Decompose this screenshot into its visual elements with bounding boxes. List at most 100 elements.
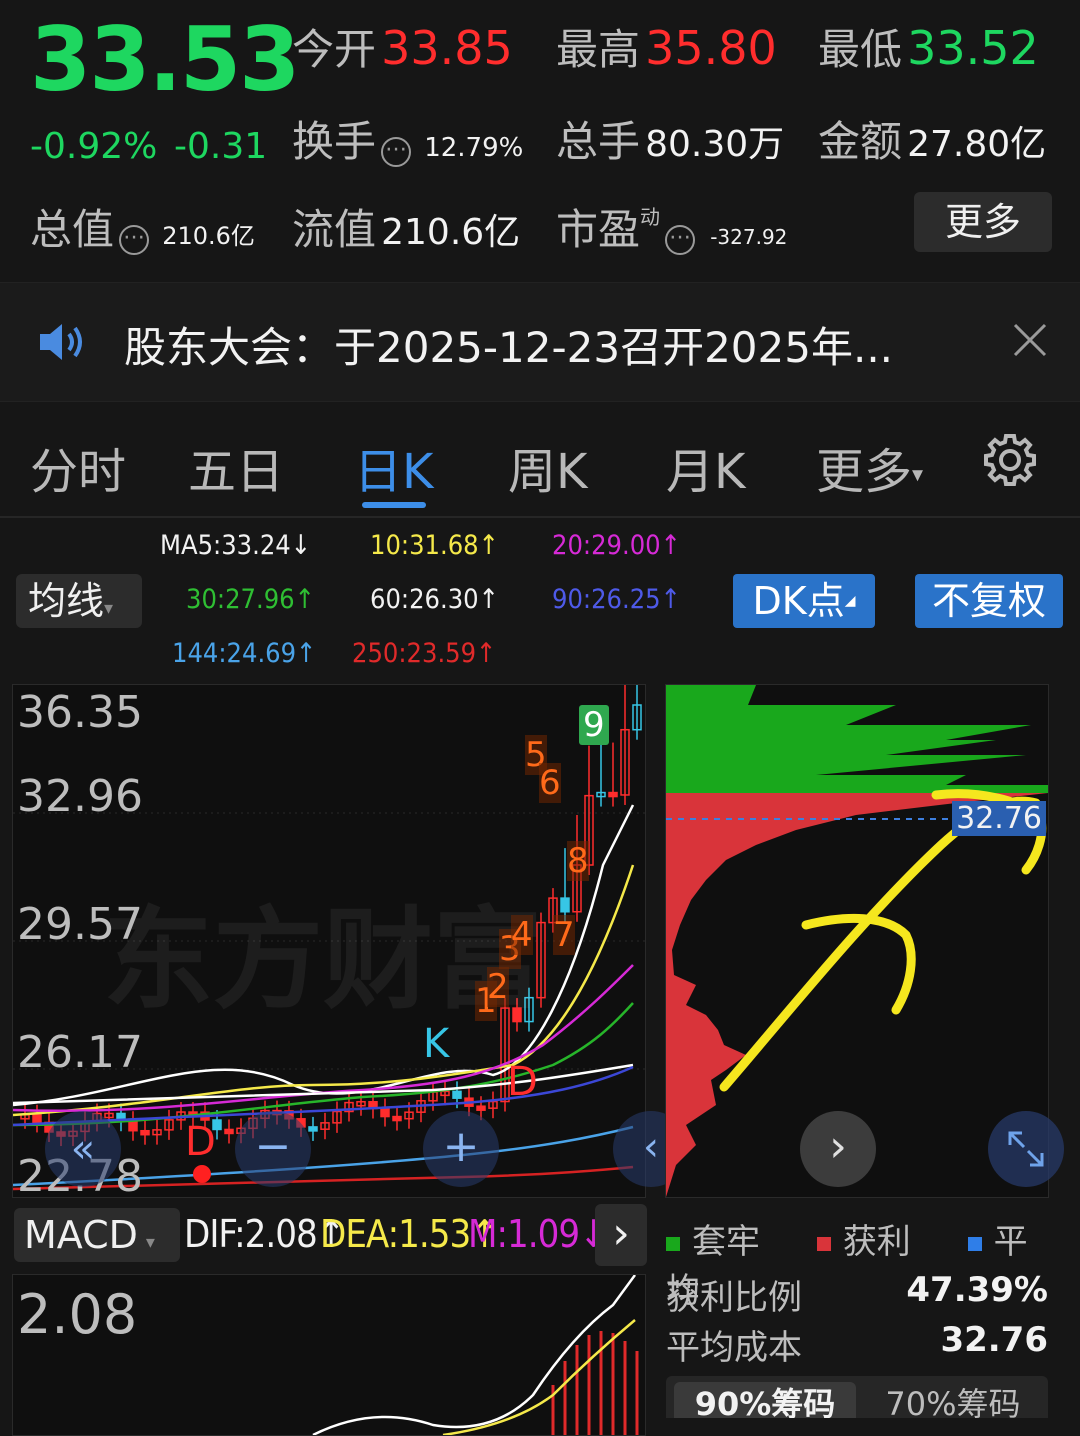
ma90-value: 90:26.25↑ bbox=[552, 584, 681, 615]
dropdown-caret-icon: ▾ bbox=[104, 598, 114, 619]
more-dots-icon[interactable]: ⋯ bbox=[665, 224, 696, 255]
candle-body bbox=[476, 1105, 486, 1111]
more-dots-icon[interactable]: ⋯ bbox=[381, 136, 412, 167]
volume-label: 总手 bbox=[556, 117, 641, 166]
signal-label: 2 bbox=[487, 967, 509, 1007]
signal-label: 6 bbox=[539, 763, 561, 803]
macd-chart[interactable]: 2.08 bbox=[12, 1274, 646, 1436]
dropdown-caret-icon: ▾ bbox=[912, 462, 924, 488]
y-tick-label: 36.35 bbox=[17, 687, 143, 738]
candle-body bbox=[560, 897, 570, 913]
avg-cost-value: 32.76 bbox=[940, 1320, 1048, 1360]
mktcap-label: 总值 bbox=[30, 205, 115, 254]
open-label: 今开 bbox=[292, 25, 377, 74]
scroll-left-button[interactable]: « bbox=[45, 1111, 121, 1187]
dk-point-label: DK点 bbox=[752, 579, 845, 623]
float-value: 210.6亿 bbox=[381, 212, 521, 253]
high-field: 最高 35.80 bbox=[556, 16, 777, 77]
y-tick-label: 26.17 bbox=[17, 1027, 143, 1078]
tab-chip-70[interactable]: 70%筹码 bbox=[862, 1382, 1044, 1418]
tab-more-label: 更多 bbox=[816, 444, 913, 500]
tab-weekly-k[interactable]: 周K bbox=[508, 432, 587, 502]
macd-selector[interactable]: MACD ▾ bbox=[14, 1208, 180, 1262]
ma20-value: 20:29.00↑ bbox=[552, 530, 681, 561]
profit-ratio-label: 获利比例 bbox=[666, 1278, 802, 1318]
turnover-field[interactable]: 换手 ⋯ 12.79% bbox=[292, 108, 523, 169]
candle-body bbox=[140, 1129, 150, 1136]
low-field: 最低 33.52 bbox=[818, 16, 1039, 77]
dk-point-button[interactable]: DK点◢ bbox=[733, 574, 875, 628]
signal-dot bbox=[193, 1165, 211, 1183]
ma60-value: 60:26.30↑ bbox=[370, 584, 499, 615]
close-icon[interactable] bbox=[1012, 322, 1048, 362]
macd-m-value: M:1.09↓ bbox=[468, 1212, 608, 1256]
high-label: 最高 bbox=[556, 25, 641, 74]
mktcap-value: 210.6亿 bbox=[162, 222, 255, 250]
speaker-icon bbox=[38, 320, 90, 368]
tab-more[interactable]: 更多▾ bbox=[816, 432, 923, 502]
turnover-value: 12.79% bbox=[424, 133, 524, 163]
legend-trapped-label: 套牢 bbox=[692, 1222, 760, 1262]
macd-selector-label: MACD bbox=[24, 1213, 138, 1257]
tab-five-day[interactable]: 五日 bbox=[188, 432, 284, 502]
high-value: 35.80 bbox=[645, 21, 777, 75]
signal-marker: D bbox=[507, 1059, 538, 1105]
ma5-value: MA5:33.24↓ bbox=[160, 530, 312, 561]
change-amount: -0.31 bbox=[174, 126, 268, 167]
float-field: 流值 210.6亿 bbox=[292, 196, 520, 257]
y-tick-label: 29.57 bbox=[17, 899, 143, 950]
more-button[interactable]: 更多 bbox=[914, 192, 1052, 252]
chip-range-tabs: 90%筹码 70%筹码 bbox=[666, 1376, 1048, 1418]
legend-swatch bbox=[666, 1236, 680, 1251]
pe-field[interactable]: 市盈动 ⋯ -327.92 bbox=[556, 196, 787, 257]
tab-chip-90[interactable]: 90%筹码 bbox=[674, 1382, 856, 1418]
signal-label: 4 bbox=[511, 915, 533, 955]
legend-profit: 获利 bbox=[816, 1222, 911, 1262]
candle-body bbox=[224, 1128, 234, 1135]
open-field: 今开 33.85 bbox=[292, 16, 513, 77]
tab-daily-k[interactable]: 日K bbox=[354, 432, 433, 502]
expand-right-button[interactable]: › bbox=[800, 1111, 876, 1187]
legend-swatch bbox=[816, 1236, 831, 1251]
signal-marker: K bbox=[423, 1021, 450, 1067]
kline-chart[interactable]: 东方财富 36.35 32.96 29.57 26.17 22.78 1 2 3… bbox=[12, 684, 689, 1202]
legend-profit-label: 获利 bbox=[842, 1222, 911, 1262]
ma250-value: 250:23.59↑ bbox=[352, 638, 497, 669]
signal-label: 9 bbox=[579, 705, 609, 745]
active-tab-indicator bbox=[362, 502, 426, 508]
macd-next-button[interactable]: › bbox=[595, 1204, 647, 1266]
dropdown-caret-icon: ▾ bbox=[145, 1232, 155, 1253]
profit-ratio-value: 47.39% bbox=[906, 1270, 1048, 1310]
avg-cost-tag: 32.76 bbox=[952, 801, 1046, 836]
candle-body bbox=[380, 1107, 390, 1118]
signal-label: 7 bbox=[553, 915, 575, 955]
divider bbox=[0, 516, 1080, 518]
ma30-value: 30:27.96↑ bbox=[186, 584, 315, 615]
turnover-label: 换手 bbox=[292, 117, 377, 166]
tab-intraday[interactable]: 分时 bbox=[30, 432, 126, 502]
signal-marker: D bbox=[185, 1119, 216, 1165]
tab-monthly-k[interactable]: 月K bbox=[666, 432, 745, 502]
zoom-in-button[interactable]: + bbox=[423, 1111, 499, 1187]
adjustment-button[interactable]: 不复权 bbox=[915, 574, 1063, 628]
notice-text[interactable]: 股东大会：于2025-12-23召开2025年... bbox=[124, 314, 893, 375]
pe-value: -327.92 bbox=[710, 225, 788, 249]
float-label: 流值 bbox=[292, 205, 377, 254]
candle-body bbox=[452, 1090, 462, 1099]
indicator-selector[interactable]: 均线▾ bbox=[16, 574, 142, 628]
candle-body bbox=[308, 1126, 318, 1132]
legend-trapped: 套牢 bbox=[666, 1222, 760, 1262]
volume-value: 80.30万 bbox=[645, 124, 785, 165]
mktcap-field[interactable]: 总值 ⋯ 210.6亿 bbox=[30, 196, 255, 257]
low-value: 33.52 bbox=[907, 21, 1039, 75]
expand-arrows-icon bbox=[1008, 1131, 1044, 1167]
settings-gear-icon[interactable] bbox=[982, 432, 1038, 492]
zoom-out-button[interactable]: − bbox=[235, 1111, 311, 1187]
corner-triangle-icon: ◢ bbox=[844, 593, 856, 609]
chip-distribution-chart[interactable]: 32.76 › bbox=[665, 684, 1064, 1198]
more-dots-icon[interactable]: ⋯ bbox=[119, 224, 150, 255]
fullscreen-button[interactable] bbox=[988, 1111, 1064, 1187]
amount-value: 27.80亿 bbox=[907, 124, 1047, 165]
low-label: 最低 bbox=[818, 25, 903, 74]
amount-label: 金额 bbox=[818, 117, 903, 166]
